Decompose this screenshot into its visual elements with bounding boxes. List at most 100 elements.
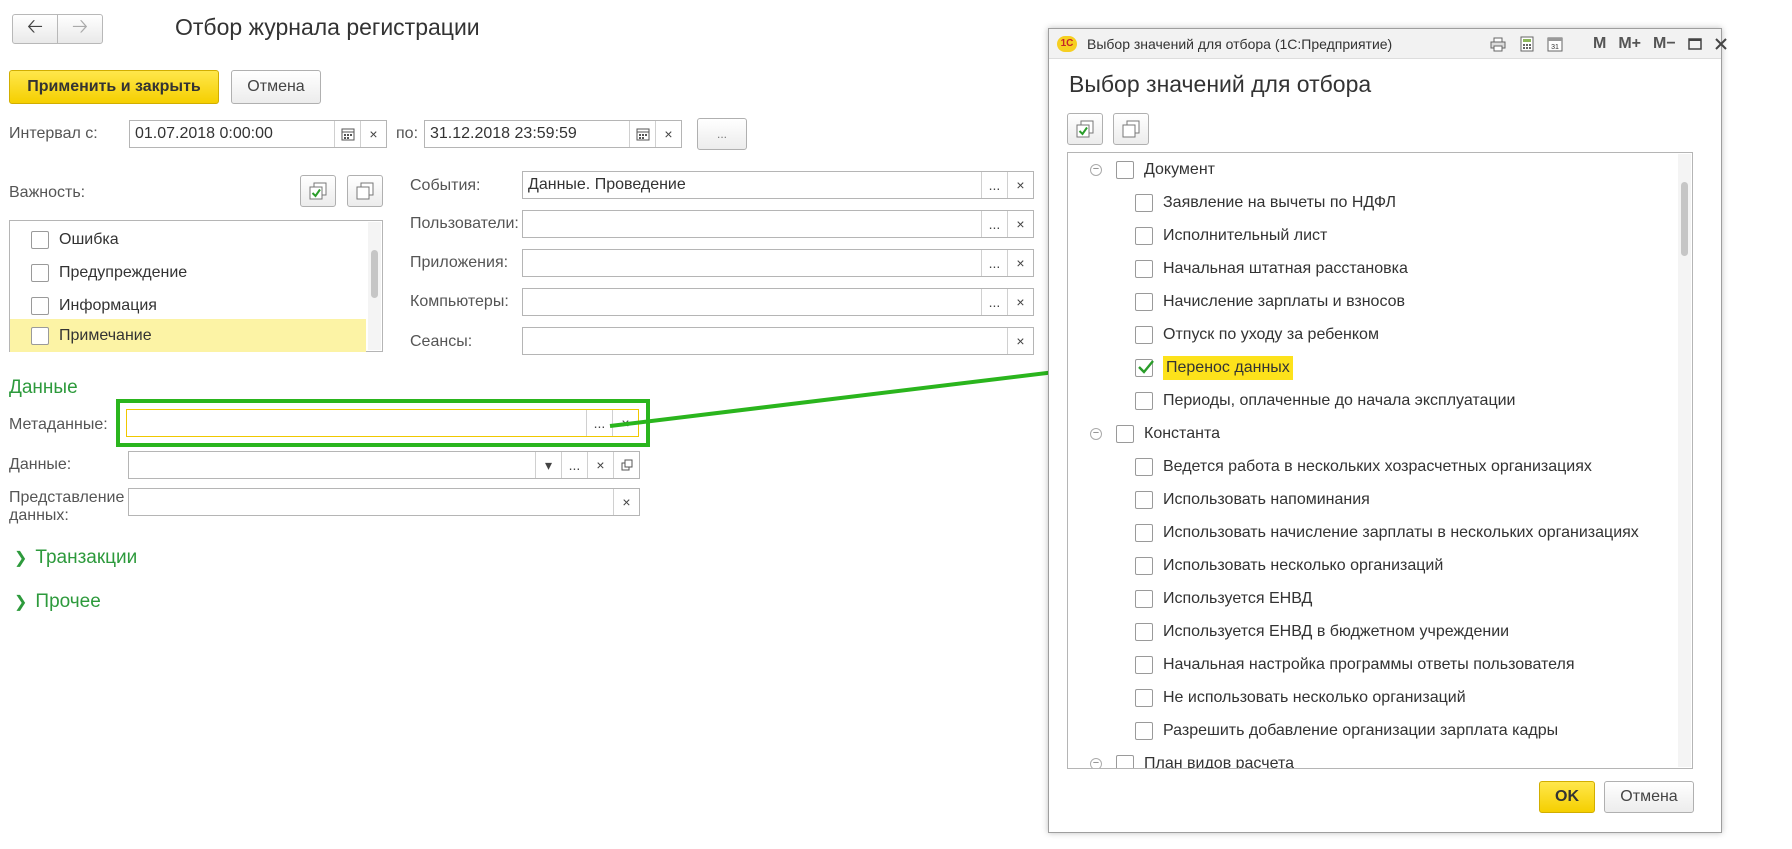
checkbox[interactable] [1116,160,1134,179]
scrollbar[interactable] [368,222,381,350]
apply-and-close-button[interactable]: Применить и закрыть [9,70,219,104]
checkbox[interactable] [1135,457,1153,476]
group-transactions[interactable]: ❯ Транзакции [14,547,137,569]
checkbox[interactable] [1135,226,1153,245]
tree-item-row[interactable]: Начальная штатная расстановка [1135,252,1408,285]
checkbox[interactable] [1135,589,1153,608]
tree-item-row[interactable]: Использовать напоминания [1135,483,1370,516]
filter-events-field[interactable]: Данные. Проведение ... × [522,171,1034,199]
calculator-icon[interactable] [1519,36,1535,52]
scrollbar[interactable] [1678,154,1691,767]
checkbox-checked[interactable] [1135,358,1154,377]
presentation-field[interactable]: × [128,488,640,516]
checkbox[interactable] [1135,490,1153,509]
ellipsis-button[interactable]: ... [981,172,1007,198]
checkbox[interactable] [31,296,49,315]
dropdown-icon[interactable]: ▾ [535,452,561,478]
dialog-cancel-button[interactable]: Отмена [1604,781,1694,813]
list-item[interactable]: Примечание [10,319,366,352]
clear-icon[interactable]: × [360,121,386,147]
tree-item-row[interactable]: Исполнительный лист [1135,219,1327,252]
ellipsis-button[interactable]: ... [981,211,1007,237]
tree-group-row[interactable]: − План видов расчета [1090,747,1294,768]
tree-item-row-selected[interactable]: Перенос данных [1135,351,1293,384]
list-item[interactable]: Информация [10,289,366,322]
calendar-icon[interactable] [629,121,655,147]
ok-button[interactable]: OK [1539,781,1595,813]
checkbox[interactable] [1135,259,1153,278]
checkbox[interactable] [1135,721,1153,740]
data-field[interactable]: ▾ ... × [128,451,640,479]
checkbox[interactable] [1135,622,1153,641]
tree-item-row[interactable]: Отпуск по уходу за ребенком [1135,318,1379,351]
checkbox[interactable] [31,326,49,345]
cancel-button[interactable]: Отмена [231,70,321,104]
checkbox[interactable] [1135,556,1153,575]
memory-minus-button[interactable]: M− [1653,35,1676,53]
interval-from-value[interactable]: 01.07.2018 0:00:00 [130,121,334,147]
tree-item-row[interactable]: Начальная настройка программы ответы пол… [1135,648,1575,681]
clear-icon[interactable]: × [1007,211,1033,237]
calendar-icon[interactable] [334,121,360,147]
dialog-uncheck-all-button[interactable] [1113,113,1149,145]
checkbox[interactable] [1116,754,1134,768]
maximize-icon[interactable] [1687,37,1702,51]
scrollbar-thumb[interactable] [1681,182,1688,256]
interval-from-field[interactable]: 01.07.2018 0:00:00 × [129,120,387,148]
checkbox[interactable] [1135,193,1153,212]
checkbox[interactable] [1135,655,1153,674]
memory-m-button[interactable]: M [1593,35,1606,53]
group-other[interactable]: ❯ Прочее [14,591,101,613]
filter-apps-field[interactable]: ... × [522,249,1034,277]
tree-item-row[interactable]: Используется ЕНВД в бюджетном учреждении [1135,615,1509,648]
interval-to-field[interactable]: 31.12.2018 23:59:59 × [424,120,682,148]
tree-item-row[interactable]: Не использовать несколько организаций [1135,681,1466,714]
filter-computers-field[interactable]: ... × [522,288,1034,316]
tree-item-row[interactable]: Ведется работа в нескольких хозрасчетных… [1135,450,1592,483]
clear-icon[interactable]: × [587,452,613,478]
tree-item-row[interactable]: Используется ЕНВД [1135,582,1312,615]
tree-item-row[interactable]: Использовать несколько организаций [1135,549,1443,582]
clear-icon[interactable]: × [1007,250,1033,276]
ellipsis-button[interactable]: ... [561,452,587,478]
checkbox[interactable] [1116,424,1134,443]
list-item[interactable]: Ошибка [10,223,366,256]
tree-item-row[interactable]: Начисление зарплаты и взносов [1135,285,1405,318]
clear-icon[interactable]: × [613,489,639,515]
checkbox[interactable] [31,230,49,249]
collapse-icon[interactable]: − [1090,163,1102,176]
tree-item-row[interactable]: Использовать начисление зарплаты в неско… [1135,516,1639,549]
check-all-button[interactable] [300,175,336,207]
tree-item-row[interactable]: Заявление на вычеты по НДФЛ [1135,186,1396,219]
tree-group-row[interactable]: − Константа [1090,417,1220,450]
back-button[interactable]: 🡠 [12,14,58,44]
clear-icon[interactable]: × [1007,172,1033,198]
scrollbar-thumb[interactable] [371,250,378,298]
checkbox[interactable] [1135,688,1153,707]
open-icon[interactable] [613,452,639,478]
ellipsis-button[interactable]: ... [981,250,1007,276]
checkbox[interactable] [1135,523,1153,542]
dialog-check-all-button[interactable] [1067,113,1103,145]
tree-group-row[interactable]: − Документ [1090,153,1215,186]
checkbox[interactable] [1135,325,1153,344]
checkbox[interactable] [31,263,49,282]
print-icon[interactable] [1489,36,1507,52]
interval-to-value[interactable]: 31.12.2018 23:59:59 [425,121,629,147]
tree-item-row[interactable]: Разрешить добавление организации зарплат… [1135,714,1558,747]
checkbox[interactable] [1135,391,1153,410]
calendar-icon[interactable]: 31 [1547,36,1563,52]
uncheck-all-button[interactable] [347,175,383,207]
forward-button[interactable]: 🡢 [57,14,103,44]
memory-plus-button[interactable]: M+ [1618,35,1641,53]
collapse-icon[interactable]: − [1090,757,1102,768]
filter-users-field[interactable]: ... × [522,210,1034,238]
interval-options-button[interactable]: ... [697,118,747,150]
checkbox[interactable] [1135,292,1153,311]
list-item[interactable]: Предупреждение [10,256,366,289]
clear-icon[interactable]: × [655,121,681,147]
close-icon[interactable] [1714,37,1728,51]
collapse-icon[interactable]: − [1090,427,1102,440]
tree-item-row[interactable]: Периоды, оплаченные до начала эксплуатац… [1135,384,1515,417]
clear-icon[interactable]: × [1007,289,1033,315]
